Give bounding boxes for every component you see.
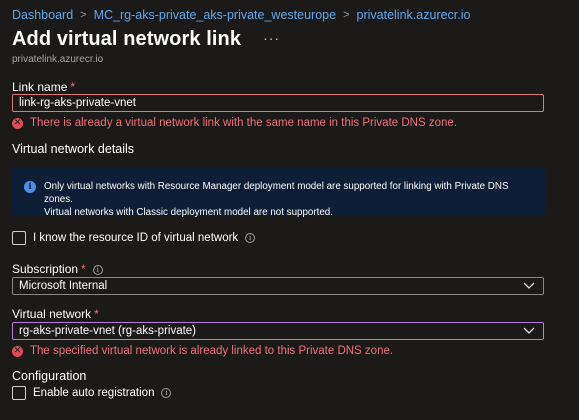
virtual-network-error: ✕ The specified virtual network is alrea… bbox=[12, 345, 393, 357]
know-resource-id-checkbox[interactable] bbox=[12, 231, 26, 245]
configuration-heading: Configuration bbox=[12, 369, 87, 383]
title-row: Add virtual network link ··· bbox=[12, 28, 280, 51]
auto-registration-row: Enable auto registration i bbox=[12, 386, 172, 400]
info-banner: i Only virtual networks with Resource Ma… bbox=[12, 168, 545, 218]
required-asterisk: * bbox=[94, 307, 99, 321]
virtual-network-dropdown[interactable]: rg-aks-private-vnet (rg-aks-private) bbox=[12, 322, 544, 340]
chevron-right-icon: > bbox=[343, 9, 350, 21]
required-asterisk: * bbox=[81, 262, 86, 276]
auto-registration-label: Enable auto registration bbox=[33, 387, 155, 399]
know-resource-id-label: I know the resource ID of virtual networ… bbox=[33, 232, 239, 244]
virtual-network-error-text: The specified virtual network is already… bbox=[30, 345, 394, 357]
breadcrumb-dns-zone[interactable]: privatelink.azurecr.io bbox=[357, 8, 471, 22]
virtual-network-label: Virtual network * bbox=[12, 307, 99, 321]
link-name-label-text: Link name bbox=[12, 80, 68, 94]
subscription-label-text: Subscription bbox=[12, 262, 79, 276]
page-title: Add virtual network link bbox=[12, 28, 242, 50]
virtual-network-label-text: Virtual network bbox=[12, 307, 92, 321]
info-icon[interactable]: i bbox=[161, 388, 172, 398]
auto-registration-checkbox[interactable] bbox=[12, 386, 26, 400]
vnet-details-heading: Virtual network details bbox=[12, 142, 135, 156]
subscription-dropdown[interactable]: Microsoft Internal bbox=[12, 277, 544, 295]
info-banner-text: Only virtual networks with Resource Mana… bbox=[44, 180, 533, 218]
link-name-label: Link name * bbox=[12, 80, 75, 94]
know-resource-id-row: I know the resource ID of virtual networ… bbox=[12, 231, 256, 245]
info-line-1: Only virtual networks with Resource Mana… bbox=[44, 181, 509, 205]
chevron-right-icon: > bbox=[80, 9, 87, 21]
info-line-2: Virtual networks with Classic deployment… bbox=[44, 207, 333, 218]
more-options-icon[interactable]: ··· bbox=[263, 30, 280, 46]
virtual-network-value: rg-aks-private-vnet (rg-aks-private) bbox=[19, 325, 197, 337]
add-vnet-link-page: Dashboard > MC_rg-aks-private_aks-privat… bbox=[0, 0, 579, 420]
chevron-down-icon bbox=[523, 282, 535, 289]
error-icon: ✕ bbox=[12, 345, 23, 357]
chevron-down-icon bbox=[523, 327, 535, 334]
info-icon: i bbox=[24, 181, 36, 193]
breadcrumb-resource-group[interactable]: MC_rg-aks-private_aks-private_westeurope bbox=[94, 8, 336, 22]
link-name-input[interactable]: link-rg-aks-private-vnet bbox=[12, 94, 544, 112]
required-asterisk: * bbox=[70, 80, 76, 94]
info-icon[interactable]: i bbox=[92, 265, 103, 275]
link-name-error: ✕ There is already a virtual network lin… bbox=[12, 117, 457, 129]
breadcrumb: Dashboard > MC_rg-aks-private_aks-privat… bbox=[12, 8, 470, 22]
subscription-value: Microsoft Internal bbox=[19, 280, 108, 292]
link-name-error-text: There is already a virtual network link … bbox=[30, 117, 457, 129]
subscription-label: Subscription * i bbox=[12, 262, 103, 276]
page-subtitle: privatelink.azurecr.io bbox=[12, 54, 104, 65]
error-icon: ✕ bbox=[12, 117, 23, 129]
info-icon[interactable]: i bbox=[245, 233, 256, 243]
breadcrumb-dashboard[interactable]: Dashboard bbox=[12, 8, 73, 22]
